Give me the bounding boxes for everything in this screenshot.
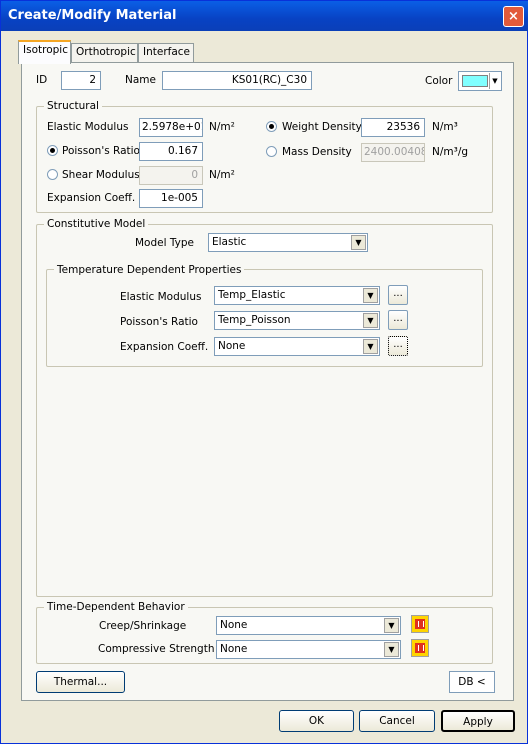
temp-expansion-value: None (218, 340, 246, 352)
window-title: Create/Modify Material (8, 8, 177, 23)
mass-density-field[interactable]: 2400.00408 (361, 143, 425, 162)
tab-isotropic[interactable]: Isotropic (18, 40, 71, 64)
name-field[interactable]: KS01(RC)_C30 (162, 71, 312, 90)
expansion-coeff-field[interactable]: 1e-005 (139, 189, 203, 208)
shear-modulus-label: Shear Modulus (62, 169, 140, 181)
temperature-dependent-title: Temperature Dependent Properties (54, 264, 245, 276)
tab-interface[interactable]: Interface (138, 43, 194, 63)
weight-density-field[interactable]: 23536 (361, 118, 425, 137)
creep-shrinkage-label: Creep/Shrinkage (99, 620, 187, 632)
chevron-down-icon: ▼ (384, 618, 399, 633)
cancel-button[interactable]: Cancel (359, 710, 435, 732)
dialog-window: Create/Modify Material × Isotropic Ortho… (0, 0, 528, 744)
temp-expansion-select[interactable]: None ▼ (214, 337, 380, 356)
model-type-label: Model Type (135, 237, 194, 249)
chevron-down-icon: ▼ (489, 73, 500, 89)
apply-button[interactable]: Apply (441, 710, 515, 732)
chevron-down-icon: ▼ (363, 339, 378, 354)
poisson-ratio-field[interactable]: 0.167 (139, 142, 203, 161)
mass-density-radio[interactable] (266, 146, 277, 157)
db-button[interactable]: DB < (449, 671, 495, 693)
elastic-modulus-field[interactable]: 2.5978e+01 (139, 118, 203, 137)
weight-density-unit: N/m³ (432, 121, 458, 133)
color-picker[interactable]: ▼ (458, 71, 502, 91)
title-bar[interactable]: Create/Modify Material (1, 1, 528, 31)
structural-group-title: Structural (44, 100, 102, 112)
ok-button[interactable]: OK (279, 710, 354, 732)
thermal-button[interactable]: Thermal... (36, 671, 125, 693)
chevron-down-icon: ▼ (384, 642, 399, 657)
creep-shrinkage-value: None (220, 619, 248, 631)
shear-modulus-unit: N/m² (209, 169, 235, 181)
temp-elastic-browse-button[interactable]: ... (388, 285, 408, 305)
chevron-down-icon: ▼ (363, 288, 378, 303)
id-label: ID (36, 74, 48, 86)
elastic-modulus-unit: N/m² (209, 121, 235, 133)
tab-orthotropic[interactable]: Orthotropic (71, 43, 138, 63)
temp-elastic-select[interactable]: Temp_Elastic ▼ (214, 286, 380, 305)
mass-density-label: Mass Density (282, 146, 352, 158)
chevron-down-icon: ▼ (363, 313, 378, 328)
temp-elastic-label: Elastic Modulus (120, 291, 202, 303)
constitutive-model-title: Constitutive Model (44, 218, 149, 230)
elastic-modulus-label: Elastic Modulus (47, 121, 129, 133)
temp-poisson-select[interactable]: Temp_Poisson ▼ (214, 311, 380, 330)
color-swatch (462, 75, 488, 87)
temp-poisson-browse-button[interactable]: ... (388, 310, 408, 330)
model-type-select[interactable]: Elastic ▼ (208, 233, 368, 252)
creep-shrinkage-select[interactable]: None ▼ (216, 616, 401, 635)
poisson-ratio-label: Poisson's Ratio (62, 145, 140, 157)
model-type-value: Elastic (212, 236, 247, 248)
temp-poisson-label: Poisson's Ratio (120, 316, 198, 328)
temp-expansion-browse-button[interactable]: ... (388, 336, 408, 356)
compressive-strength-label: Compressive Strength (98, 643, 215, 655)
temp-elastic-value: Temp_Elastic (218, 289, 286, 301)
weight-density-radio[interactable] (266, 121, 277, 132)
shear-modulus-radio[interactable] (47, 169, 58, 180)
poisson-ratio-radio[interactable] (47, 145, 58, 156)
creep-properties-icon[interactable] (411, 615, 429, 633)
id-field[interactable]: 2 (61, 71, 101, 90)
temp-poisson-value: Temp_Poisson (218, 314, 291, 326)
time-dependent-title: Time-Dependent Behavior (44, 601, 188, 613)
shear-modulus-field[interactable]: 0 (139, 166, 203, 185)
compressive-strength-value: None (220, 643, 248, 655)
mass-density-unit: N/m³/g (432, 146, 469, 158)
color-label: Color (425, 75, 453, 87)
temp-expansion-label: Expansion Coeff. (120, 341, 209, 353)
close-button[interactable]: × (503, 6, 524, 27)
name-label: Name (125, 74, 156, 86)
chevron-down-icon: ▼ (351, 235, 366, 250)
compressive-strength-select[interactable]: None ▼ (216, 640, 401, 659)
compressive-strength-properties-icon[interactable] (411, 639, 429, 657)
expansion-coeff-label: Expansion Coeff. (47, 192, 136, 204)
weight-density-label: Weight Density (282, 121, 362, 133)
